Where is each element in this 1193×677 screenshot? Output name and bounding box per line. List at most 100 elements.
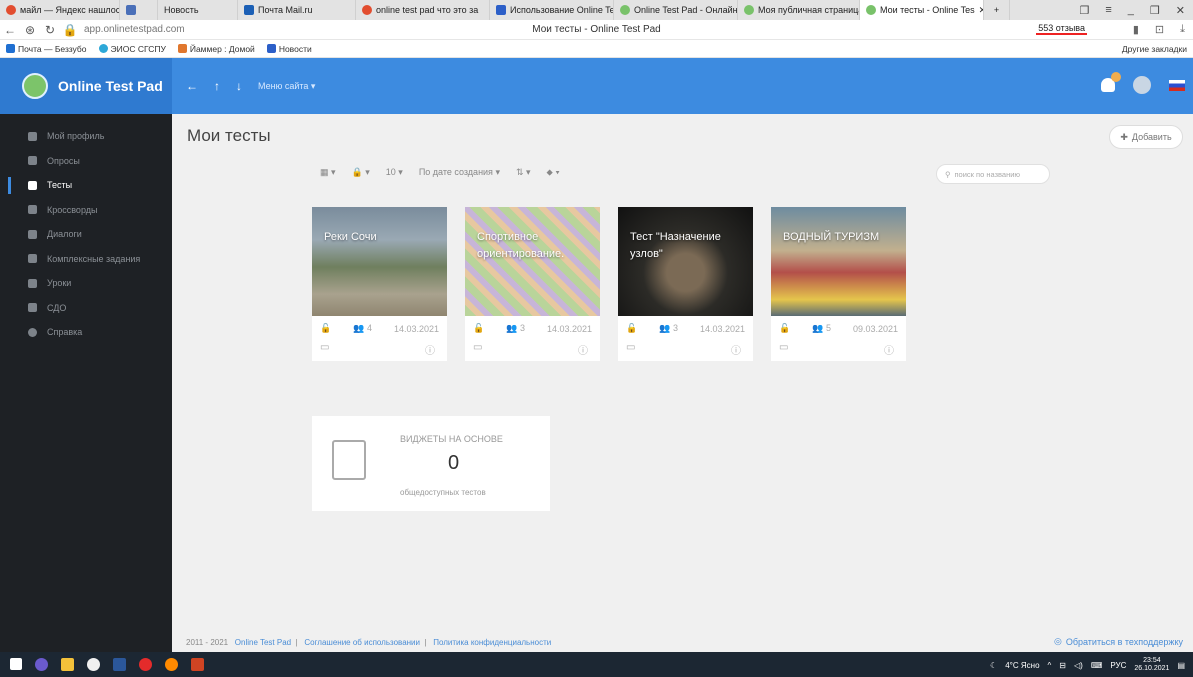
arrow-down-icon[interactable]: ↓ <box>236 79 242 93</box>
folder-icon[interactable]: ▭ <box>779 342 788 357</box>
word-icon[interactable] <box>113 658 126 671</box>
test-card[interactable]: Спортивное ориентирование. 🔓 👥 3 14.03.202… <box>465 207 600 361</box>
add-button[interactable]: ✚ Добавить <box>1109 125 1183 149</box>
cortana-icon[interactable] <box>35 658 48 671</box>
test-cover-image[interactable]: Тест "Назначение узлов" <box>618 207 753 316</box>
sidebar-item-help[interactable]: Справка <box>0 320 172 345</box>
sidebar-item-tests[interactable]: Тесты <box>0 173 172 198</box>
reviews-badge[interactable]: 553 отзыва <box>1036 23 1087 35</box>
search-input[interactable]: ⚲ поиск по названию <box>936 164 1050 184</box>
volume-icon[interactable]: ◁) <box>1074 661 1083 670</box>
browser-tab[interactable] <box>120 0 158 20</box>
windows-start-icon[interactable] <box>10 658 22 670</box>
clock[interactable]: 23:54 26.10.2021 <box>1134 657 1169 673</box>
firefox-icon[interactable] <box>165 658 178 671</box>
browser-tab[interactable]: Новость <box>158 0 238 20</box>
otp-icon <box>620 5 630 15</box>
browser-tab-active[interactable]: Мои тесты - Online Tes✕ <box>860 0 984 20</box>
info-icon[interactable]: ⓘ <box>884 342 894 357</box>
folder-icon[interactable]: ▭ <box>473 342 482 357</box>
sidebar-item-surveys[interactable]: Опросы <box>0 149 172 174</box>
powerpoint-icon[interactable] <box>191 658 204 671</box>
avatar[interactable] <box>1133 76 1151 94</box>
tag-filter-dropdown[interactable]: ⬥ ▾ <box>547 167 560 178</box>
test-cover-image[interactable]: ВОДНЫЙ ТУРИЗМ <box>771 207 906 316</box>
restore-icon[interactable]: ❒ <box>1150 4 1160 17</box>
test-cover-image[interactable]: Спортивное ориентирование. <box>465 207 600 316</box>
access-filter-dropdown[interactable]: 🔒 ▾ <box>352 167 370 178</box>
sort-direction-dropdown[interactable]: ⇅ ▾ <box>516 167 531 178</box>
reader-icon[interactable]: ⊡ <box>1155 23 1164 36</box>
test-card[interactable]: ВОДНЫЙ ТУРИЗМ 🔓 👥 5 09.03.2021 ▭ ⓘ <box>771 207 906 361</box>
tray-chevron-icon[interactable]: ^ <box>1048 661 1052 670</box>
sidebar-item-lessons[interactable]: Уроки <box>0 271 172 296</box>
yandex-icon[interactable] <box>139 658 152 671</box>
browser-tab[interactable]: Почта Mail.ru <box>238 0 356 20</box>
view-mode-dropdown[interactable]: ▦ ▾ <box>320 167 336 178</box>
back-icon[interactable]: ← <box>0 23 20 37</box>
test-title[interactable]: Реки Сочи <box>324 229 439 246</box>
yandex-browser-icon[interactable] <box>87 658 100 671</box>
browser-tab[interactable]: Моя публичная страница <box>738 0 860 20</box>
footer-brand-link[interactable]: Online Test Pad <box>235 638 291 647</box>
minimize-icon[interactable]: _ <box>1128 4 1134 17</box>
bookmark-item[interactable]: Йаммер : Домой <box>177 44 255 54</box>
download-icon[interactable]: ⤓ <box>1180 23 1185 36</box>
brand[interactable]: Online Test Pad <box>0 58 172 114</box>
app-header: Online Test Pad ← ↑ ↓ Меню сайта ▾ <box>0 58 1193 114</box>
browser-tab[interactable]: Online Test Pad - Онлайн <box>614 0 738 20</box>
other-bookmarks[interactable]: Другие закладки <box>1122 44 1187 54</box>
site-menu-label: Меню сайта <box>258 80 309 91</box>
menu-icon[interactable]: ≡ <box>1105 4 1111 17</box>
browser-tab[interactable]: майл — Яндекс нашлось <box>0 0 120 20</box>
reload-icon[interactable]: ↻ <box>40 23 60 37</box>
test-card[interactable]: Реки Сочи 🔓 👥 4 14.03.2021 ▭ ⓘ <box>312 207 447 361</box>
folder-icon[interactable]: ▭ <box>320 342 329 357</box>
keyboard-icon[interactable]: ⌨ <box>1091 661 1103 670</box>
widgets-panel[interactable]: ВИДЖЕТЫ НА ОСНОВЕ 0 общедоступных тестов <box>312 416 550 511</box>
sidebar-item-complex-tasks[interactable]: Комплексные задания <box>0 247 172 272</box>
url-field[interactable]: app.onlinetestpad.com <box>84 24 185 35</box>
privacy-link[interactable]: Политика конфиденциальности <box>433 638 551 647</box>
browser-tab[interactable]: online test pad что это за <box>356 0 490 20</box>
yandex-icon[interactable]: ⊛ <box>20 23 40 37</box>
test-title[interactable]: ВОДНЫЙ ТУРИЗМ <box>783 229 898 246</box>
weather-text[interactable]: 4°C Ясно <box>1005 661 1039 670</box>
folder-icon[interactable]: ▭ <box>626 342 635 357</box>
test-card[interactable]: Тест "Назначение узлов" 🔓 👥 3 14.03.2021 ▭… <box>618 207 753 361</box>
sidebar-item-profile[interactable]: Мой профиль <box>0 124 172 149</box>
main-content: Мои тесты ✚ Добавить ▦ ▾ 🔒 ▾ 10 ▾ По дате… <box>172 114 1193 652</box>
tabs-icon[interactable]: ❐ <box>1079 4 1089 17</box>
close-icon[interactable]: ✕ <box>1176 4 1185 17</box>
browser-tab[interactable]: Использование Online Te <box>490 0 614 20</box>
new-tab-button[interactable]: + <box>984 0 1010 20</box>
bookmark-icon[interactable]: ▮ <box>1133 23 1139 36</box>
test-cover-image[interactable]: Реки Сочи <box>312 207 447 316</box>
site-menu-dropdown[interactable]: Меню сайта ▾ <box>258 81 315 92</box>
mail-icon <box>6 44 15 53</box>
sidebar-item-lms[interactable]: СДО <box>0 296 172 321</box>
notifications-center-icon[interactable]: ▤ <box>1177 661 1185 670</box>
info-icon[interactable]: ⓘ <box>731 342 741 357</box>
network-icon[interactable]: ⊟ <box>1059 661 1066 670</box>
test-title[interactable]: Тест "Назначение узлов" <box>630 229 745 263</box>
arrow-up-icon[interactable]: ↑ <box>214 79 220 93</box>
support-link[interactable]: ◎ Обратиться в техподдержку <box>1054 636 1183 647</box>
info-icon[interactable]: ⓘ <box>425 342 435 357</box>
sidebar-item-crosswords[interactable]: Кроссворды <box>0 198 172 223</box>
language-indicator[interactable]: РУС <box>1110 661 1126 670</box>
info-icon[interactable]: ⓘ <box>578 342 588 357</box>
bookmark-item[interactable]: ЭИОС СГСПУ <box>98 44 166 54</box>
notifications-icon[interactable] <box>1101 72 1121 92</box>
test-date: 14.03.2021 <box>699 323 745 334</box>
file-explorer-icon[interactable] <box>61 658 74 671</box>
bookmark-item[interactable]: Почта — Беззубо <box>6 44 87 54</box>
test-title[interactable]: Спортивное ориентирование. <box>477 229 592 263</box>
language-flag-icon[interactable] <box>1169 79 1185 91</box>
back-arrow-icon[interactable]: ← <box>186 79 198 93</box>
sidebar-item-dialogs[interactable]: Диалоги <box>0 222 172 247</box>
bookmark-item[interactable]: Новости <box>266 44 312 54</box>
page-size-dropdown[interactable]: 10 ▾ <box>386 167 403 178</box>
terms-link[interactable]: Соглашение об использовании <box>304 638 420 647</box>
sort-dropdown[interactable]: По дате создания ▾ <box>419 167 500 178</box>
